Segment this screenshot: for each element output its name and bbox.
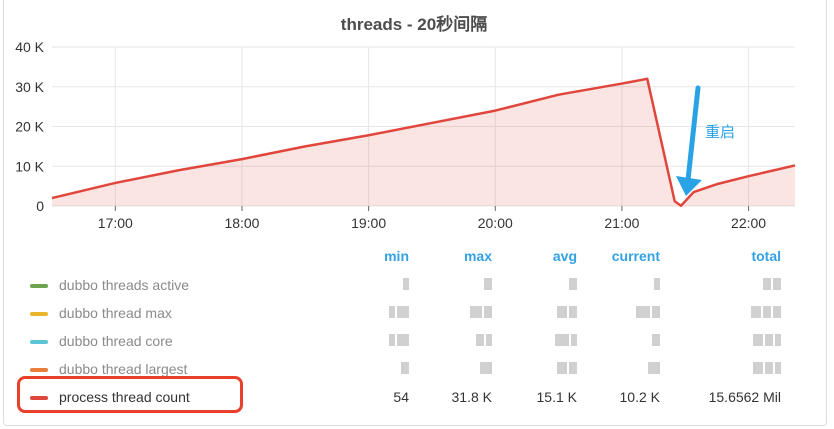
legend-value-redacted xyxy=(480,362,492,374)
legend-value-redacted xyxy=(654,278,660,290)
legend-value-redacted xyxy=(403,278,409,290)
threads-chart: 0 10 K 20 K 30 K 40 K 17:00 18:00 19:00 20:00 21… xyxy=(15,39,796,231)
legend-value-redacted xyxy=(763,278,781,290)
legend-series-name[interactable]: dubbo thread core xyxy=(59,333,173,349)
restart-annotation: 重启 xyxy=(676,85,735,196)
legend-value-redacted xyxy=(569,278,577,290)
legend-color-swatch[interactable] xyxy=(30,312,48,316)
legend-series-name[interactable]: dubbo threads active xyxy=(59,277,189,293)
x-tick-label: 21:00 xyxy=(604,215,639,231)
legend-item[interactable]: dubbo threads active xyxy=(30,274,810,294)
legend-header-total[interactable]: total xyxy=(680,248,781,264)
y-tick-label: 20 K xyxy=(15,119,44,135)
legend-color-swatch[interactable] xyxy=(30,284,48,288)
legend-value-redacted xyxy=(652,334,660,346)
x-tick-label: 17:00 xyxy=(98,215,133,231)
x-tick-label: 20:00 xyxy=(478,215,513,231)
legend-item[interactable]: dubbo thread core xyxy=(30,330,810,350)
legend-item[interactable]: dubbo thread max xyxy=(30,302,810,322)
legend-value-redacted xyxy=(557,362,577,374)
legend-value-avg: 15.1 K xyxy=(536,389,577,405)
y-tick-label: 30 K xyxy=(15,79,44,95)
legend-header-avg[interactable]: avg xyxy=(510,248,577,264)
legend-value-redacted xyxy=(389,306,409,318)
highlight-box xyxy=(17,376,243,413)
legend-value-redacted xyxy=(484,278,492,290)
x-tick-label: 22:00 xyxy=(731,215,766,231)
legend-value-redacted xyxy=(476,334,492,346)
x-tick-label: 18:00 xyxy=(224,215,259,231)
legend-value-redacted xyxy=(555,334,577,346)
legend-header-min[interactable]: min xyxy=(350,248,409,264)
y-axis: 0 10 K 20 K 30 K 40 K xyxy=(15,39,44,214)
legend-value-min: 54 xyxy=(393,389,409,405)
legend-header-current[interactable]: current xyxy=(590,248,660,264)
legend-value-redacted xyxy=(753,334,781,346)
legend-item[interactable]: dubbo thread largest xyxy=(30,358,810,378)
legend-value-redacted xyxy=(636,306,660,318)
legend-value-current: 10.2 K xyxy=(619,389,660,405)
legend-value-redacted xyxy=(648,362,660,374)
legend-header-max[interactable]: max xyxy=(420,248,492,264)
legend-value-redacted xyxy=(751,306,781,318)
legend-value-redacted xyxy=(470,306,492,318)
y-tick-label: 40 K xyxy=(15,39,44,55)
legend-value-max: 31.8 K xyxy=(451,389,492,405)
legend-value-total: 15.6562 Mil xyxy=(708,389,781,405)
y-tick-label: 0 xyxy=(36,198,44,214)
legend-value-redacted xyxy=(389,334,409,346)
legend-value-redacted xyxy=(753,362,781,374)
annotation-label: 重启 xyxy=(705,124,735,141)
y-tick-label: 10 K xyxy=(15,158,44,174)
x-tick-label: 19:00 xyxy=(351,215,386,231)
legend-series-name[interactable]: dubbo thread max xyxy=(59,305,172,321)
legend-value-redacted xyxy=(557,306,577,318)
legend-series-name[interactable]: dubbo thread largest xyxy=(59,361,187,377)
legend-color-swatch[interactable] xyxy=(30,340,48,344)
legend-value-redacted xyxy=(401,362,409,374)
x-axis: 17:00 18:00 19:00 20:00 21:00 22:00 xyxy=(98,206,766,231)
legend-color-swatch[interactable] xyxy=(30,368,48,372)
